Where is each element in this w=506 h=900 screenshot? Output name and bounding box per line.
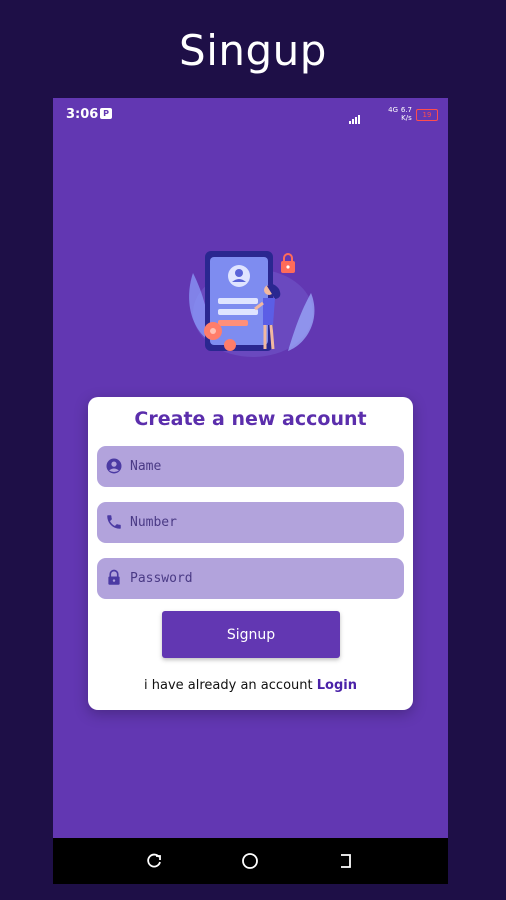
login-prompt-text: i have already an account [144, 678, 313, 693]
signal-icon [348, 109, 360, 124]
login-link[interactable]: Login [317, 678, 357, 693]
network-type: 4G [388, 106, 398, 114]
password-field[interactable] [97, 558, 404, 599]
name-field[interactable] [97, 446, 404, 487]
notification-app-icon: P [100, 108, 112, 119]
phone-icon [107, 515, 121, 529]
lock-icon [108, 569, 120, 585]
password-input[interactable] [130, 558, 390, 599]
status-indicators: 4G 6.7 K/s 19 [338, 106, 438, 124]
person-icon [106, 458, 122, 474]
page-heading: Singup [179, 26, 327, 75]
back-icon[interactable] [336, 851, 356, 871]
name-input[interactable] [130, 446, 390, 487]
recent-apps-icon[interactable] [144, 851, 164, 871]
number-field[interactable] [97, 502, 404, 543]
status-time: 3:06 [66, 107, 99, 122]
signup-card: Create a new account Signup [88, 397, 413, 710]
speed-value: 6.7 [400, 106, 412, 114]
phone-screen: 3:06 P 4G 6.7 K/s 19 Create a new accoun… [53, 98, 448, 884]
network-speed: 6.7 K/s [401, 106, 412, 122]
navigation-bar [53, 838, 448, 884]
signup-illustration [189, 251, 315, 357]
speed-unit: K/s [401, 114, 412, 122]
card-title: Create a new account [134, 408, 367, 430]
home-icon[interactable] [240, 851, 260, 871]
number-input[interactable] [130, 502, 390, 543]
status-bar: 3:06 P 4G 6.7 K/s 19 [53, 98, 448, 130]
battery-icon: 19 [416, 109, 438, 121]
login-prompt-line: i have already an account Login [88, 678, 413, 693]
signup-button[interactable]: Signup [162, 611, 340, 658]
